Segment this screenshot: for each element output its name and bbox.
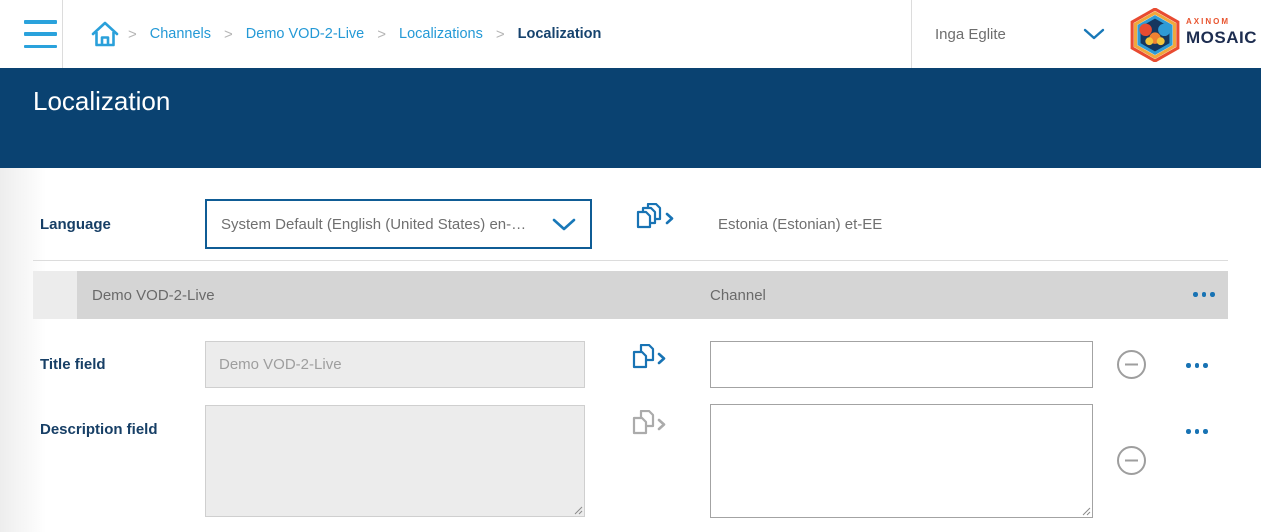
user-menu[interactable]: Inga Eglite <box>935 0 1105 68</box>
description-field-label: Description field <box>40 421 158 438</box>
breadcrumb-chevron-icon: > <box>496 26 505 43</box>
breadcrumb-chevron-icon: > <box>128 26 137 43</box>
minus-circle-icon <box>1116 349 1147 380</box>
entity-row: Demo VOD-2-Live <box>77 271 1228 319</box>
title-actions-menu-button[interactable] <box>1182 359 1212 372</box>
breadcrumb-chevron-icon: > <box>377 26 386 43</box>
topbar-divider <box>62 0 63 68</box>
language-label: Language <box>40 216 111 233</box>
hamburger-menu-button[interactable] <box>24 20 57 48</box>
ellipsis-icon <box>1186 429 1191 434</box>
home-icon <box>90 19 120 49</box>
breadcrumb-link-channels[interactable]: Channels <box>150 26 211 42</box>
breadcrumb-current: Localization <box>518 26 602 42</box>
description-actions-menu-button[interactable] <box>1182 425 1212 438</box>
entity-actions-menu-button[interactable] <box>1189 288 1219 301</box>
breadcrumb-chevron-icon: > <box>224 26 233 43</box>
entity-row-handle <box>33 271 77 319</box>
topbar-divider <box>911 0 912 68</box>
hamburger-icon <box>24 20 57 24</box>
language-select-value: System Default (English (United States) … <box>221 216 526 233</box>
copy-all-fields-button[interactable] <box>634 203 676 240</box>
copy-icon <box>630 344 668 373</box>
language-select[interactable]: System Default (English (United States) … <box>205 199 592 249</box>
brand-name-mosaic: MOSAIC <box>1186 28 1257 48</box>
top-bar: > Channels > Demo VOD-2-Live > Localizat… <box>0 0 1261 68</box>
section-divider <box>33 260 1228 261</box>
copy-icon <box>630 410 668 439</box>
remove-title-localization-button[interactable] <box>1116 349 1147 385</box>
ellipsis-icon <box>1186 363 1191 368</box>
breadcrumb: > Channels > Demo VOD-2-Live > Localizat… <box>128 0 601 68</box>
user-name: Inga Eglite <box>935 26 1006 43</box>
entity-type: Channel <box>710 287 766 304</box>
page-header: Localization <box>0 68 1261 168</box>
page-title: Localization <box>33 86 170 117</box>
target-language-text: Estonia (Estonian) et-EE <box>718 216 882 233</box>
description-target-textarea[interactable] <box>710 404 1093 518</box>
breadcrumb-link-demo-vod-2-live[interactable]: Demo VOD-2-Live <box>246 26 364 42</box>
copy-stack-icon <box>634 203 676 235</box>
description-source-textarea <box>205 405 585 517</box>
ellipsis-icon <box>1193 292 1198 297</box>
remove-description-localization-button[interactable] <box>1116 445 1147 481</box>
entity-name: Demo VOD-2-Live <box>92 287 215 304</box>
minus-circle-icon <box>1116 445 1147 476</box>
brand-name-axinom: AXINOM <box>1186 17 1257 26</box>
brand-logo: AXINOM MOSAIC <box>1128 8 1182 67</box>
breadcrumb-link-localizations[interactable]: Localizations <box>399 26 483 42</box>
copy-title-button[interactable] <box>630 344 668 378</box>
title-source-input <box>205 341 585 388</box>
app-window: > Channels > Demo VOD-2-Live > Localizat… <box>0 0 1261 532</box>
chevron-down-icon <box>1083 28 1105 40</box>
copy-description-button-disabled <box>630 410 668 444</box>
title-field-label: Title field <box>40 356 106 373</box>
chevron-down-icon <box>552 218 576 231</box>
home-button[interactable] <box>90 19 120 49</box>
mosaic-hexagon-icon <box>1128 8 1182 62</box>
title-target-input[interactable] <box>710 341 1093 388</box>
